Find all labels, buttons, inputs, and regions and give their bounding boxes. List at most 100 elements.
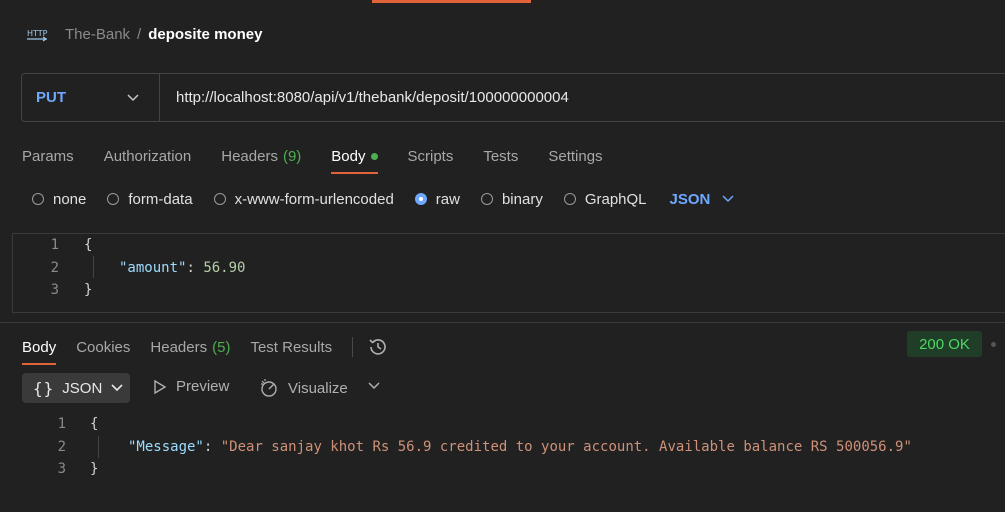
chevron-down-icon	[127, 93, 139, 102]
visualize-label: Visualize	[288, 379, 348, 397]
radio-label: GraphQL	[584, 190, 647, 208]
radio-urlencoded[interactable]: x-www-form-urlencoded	[213, 190, 394, 208]
request-body-editor[interactable]: 1 2 3 { "amount": 56.90 }	[12, 233, 1005, 313]
radio-button[interactable]	[107, 193, 120, 205]
url-bar: PUT http://localhost:8080/api/v1/thebank…	[21, 73, 1005, 122]
radio-button[interactable]	[480, 193, 493, 205]
response-tabs: Body Cookies Headers (5) Test Results	[22, 332, 389, 365]
json-colon: :	[203, 439, 213, 455]
method-select[interactable]: PUT	[22, 74, 160, 121]
radio-none[interactable]: none	[32, 191, 86, 208]
breadcrumb: HTTP The-Bank / deposite money	[26, 22, 262, 46]
method-label: PUT	[36, 89, 66, 106]
tab-response-body[interactable]: Body	[22, 334, 57, 365]
tab-label: Settings	[548, 147, 603, 165]
line-number: 2	[57, 439, 66, 455]
line-number: 2	[50, 260, 59, 276]
chevron-down-icon	[368, 382, 380, 390]
code-line-message: "Message": "Dear sanjay khot Rs 56.9 cre…	[128, 436, 912, 458]
tab-label: Headers	[221, 147, 278, 165]
status-badge[interactable]: 200 OK	[907, 331, 982, 357]
tab-label: Body	[22, 338, 57, 356]
preview-button[interactable]: Preview	[153, 378, 229, 395]
headers-count: (9)	[282, 147, 302, 165]
tab-headers[interactable]: Headers (9)	[221, 143, 301, 169]
braces-icon: {}	[33, 378, 55, 398]
body-type-options: none form-data x-www-form-urlencoded raw…	[32, 187, 734, 211]
radio-raw[interactable]: raw	[414, 190, 460, 208]
history-icon[interactable]	[367, 337, 389, 357]
divider	[352, 337, 354, 357]
response-divider[interactable]	[0, 322, 1005, 323]
indent-guide	[98, 436, 99, 458]
active-tab-indicator	[372, 0, 531, 3]
tab-label: Body	[331, 147, 366, 165]
line-number: 3	[57, 461, 66, 477]
radio-graphql[interactable]: GraphQL	[563, 190, 647, 208]
url-input[interactable]: http://localhost:8080/api/v1/thebank/dep…	[176, 89, 569, 106]
json-key: "amount"	[119, 260, 187, 276]
radio-label: binary	[501, 190, 543, 208]
request-tabs: Params Authorization Headers (9) Body Scr…	[22, 143, 633, 177]
tab-response-headers[interactable]: Headers (5)	[150, 334, 230, 360]
response-body-viewer[interactable]: 1 2 3 { "Message": "Dear sanjay khot Rs …	[0, 413, 1005, 483]
breadcrumb-collection[interactable]: The-Bank	[65, 26, 130, 43]
tab-test-results[interactable]: Test Results	[250, 334, 332, 360]
http-icon: HTTP	[26, 24, 48, 44]
json-colon: :	[186, 260, 195, 276]
radio-button[interactable]	[213, 193, 226, 205]
visualize-button[interactable]: Visualize	[259, 378, 348, 398]
more-options-icon[interactable]	[991, 342, 996, 347]
tab-scripts[interactable]: Scripts	[408, 143, 454, 169]
format-label: JSON	[62, 379, 103, 397]
line-number: 3	[50, 282, 59, 298]
radio-label: x-www-form-urlencoded	[234, 190, 394, 208]
visualize-menu-button[interactable]	[368, 382, 389, 390]
response-format-select[interactable]: {} JSON	[22, 373, 130, 403]
code-open-brace: {	[90, 416, 99, 432]
json-value: "Dear sanjay khot Rs 56.9 credited to yo…	[220, 439, 912, 455]
radio-form-data[interactable]: form-data	[107, 190, 193, 208]
tab-label: Scripts	[407, 147, 454, 165]
tab-label: Cookies	[76, 338, 131, 356]
body-format-label: JSON	[669, 190, 711, 208]
radio-binary[interactable]: binary	[480, 190, 543, 208]
json-key: "Message"	[128, 439, 204, 455]
code-line-amount: "amount": 56.90	[119, 257, 245, 279]
breadcrumb-separator: /	[137, 25, 142, 43]
tab-tests[interactable]: Tests	[483, 143, 518, 169]
headers-count: (5)	[212, 338, 231, 356]
tab-label: Headers	[150, 338, 208, 356]
play-icon	[154, 379, 167, 394]
tab-settings[interactable]: Settings	[548, 143, 602, 169]
radio-label: none	[53, 190, 87, 208]
line-number: 1	[57, 416, 66, 432]
code-open-brace: {	[84, 237, 93, 253]
request-name[interactable]: deposite money	[148, 26, 262, 43]
code-close-brace: }	[90, 461, 99, 477]
json-value: 56.90	[203, 260, 246, 276]
chevron-down-icon	[111, 384, 123, 392]
tab-authorization[interactable]: Authorization	[104, 143, 192, 169]
visualize-icon	[261, 379, 277, 397]
radio-button-checked[interactable]	[414, 193, 427, 205]
radio-button[interactable]	[563, 193, 576, 205]
body-format-select[interactable]: JSON	[670, 191, 735, 208]
line-number: 1	[50, 237, 59, 253]
radio-button[interactable]	[32, 193, 44, 205]
modified-indicator	[370, 152, 378, 160]
tab-body[interactable]: Body	[331, 143, 378, 174]
tab-label: Params	[22, 147, 74, 165]
tab-label: Test Results	[250, 338, 333, 356]
code-close-brace: }	[84, 282, 93, 298]
radio-label: raw	[435, 190, 460, 208]
preview-label: Preview	[176, 378, 230, 395]
chevron-down-icon	[722, 195, 734, 203]
tab-cookies[interactable]: Cookies	[76, 334, 130, 360]
tab-params[interactable]: Params	[22, 143, 74, 169]
tab-label: Authorization	[103, 147, 192, 165]
tab-label: Tests	[483, 147, 519, 165]
indent-guide	[93, 256, 94, 278]
radio-label: form-data	[128, 190, 193, 208]
svg-text:HTTP: HTTP	[27, 29, 48, 38]
